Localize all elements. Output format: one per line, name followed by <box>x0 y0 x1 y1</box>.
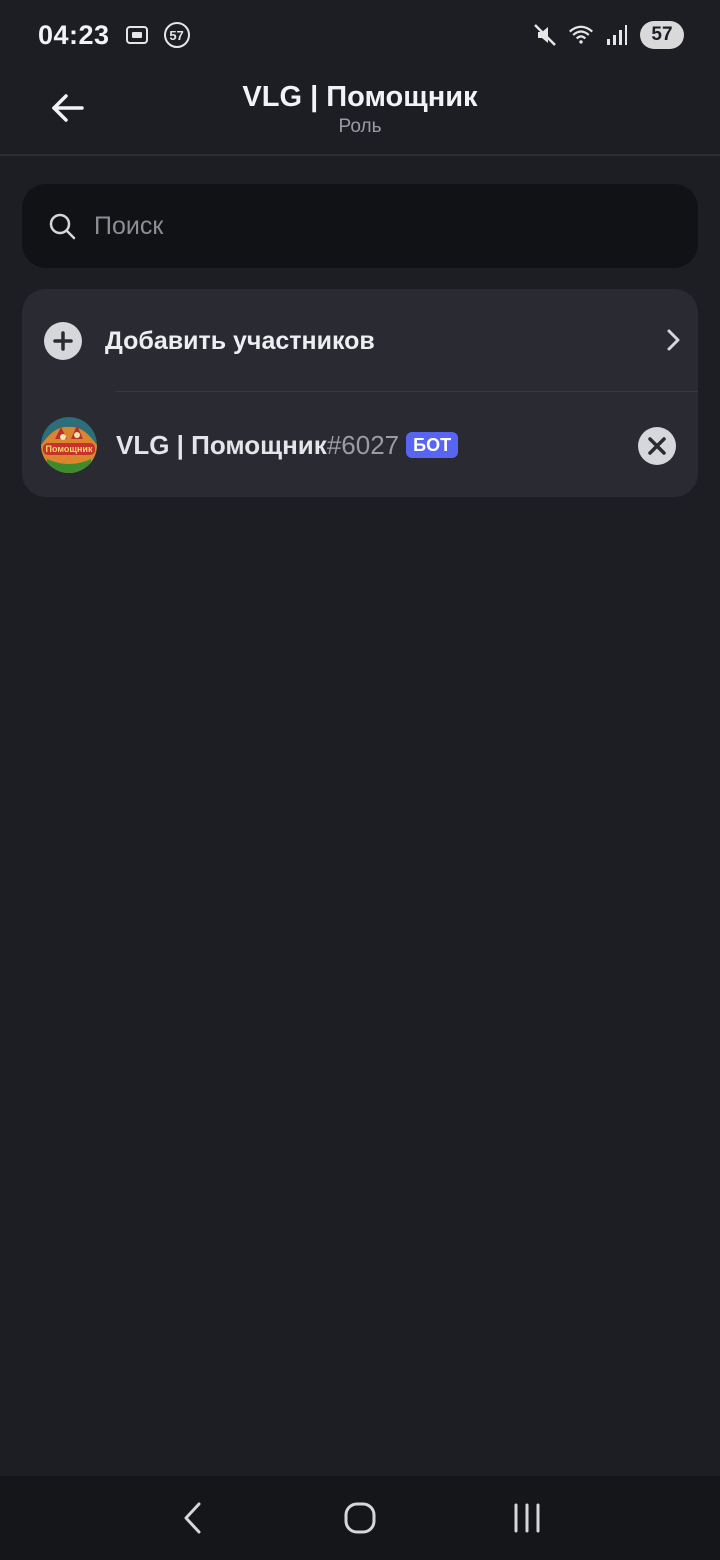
avatar: Помощник <box>41 417 97 473</box>
back-nav-icon <box>184 1502 201 1534</box>
avatar-text: Помощник <box>46 444 93 454</box>
arrow-left-icon <box>52 94 84 122</box>
nav-home-button[interactable] <box>330 1488 390 1548</box>
screenshot-icon <box>124 22 150 48</box>
page-subtitle: Роль <box>338 116 382 137</box>
status-bar: 04:23 57 57 <box>0 0 720 70</box>
member-row[interactable]: Помощник VLG | Помощник#6027 БОТ <box>22 393 698 497</box>
remove-member-button[interactable] <box>638 427 676 465</box>
member-username: VLG | Помощник <box>116 429 327 460</box>
recents-nav-icon <box>514 1503 540 1533</box>
signal-icon <box>604 22 630 48</box>
wifi-icon <box>568 22 594 48</box>
notification-count-icon: 57 <box>163 22 190 48</box>
add-members-button[interactable]: Добавить участников <box>22 289 698 393</box>
close-icon <box>648 437 666 455</box>
nav-recents-button[interactable] <box>497 1488 557 1548</box>
search-box[interactable] <box>22 184 698 268</box>
chevron-right-icon <box>667 329 680 351</box>
status-left: 04:23 57 <box>38 20 190 51</box>
divider <box>116 391 698 392</box>
back-button[interactable] <box>44 84 92 132</box>
plus-icon <box>44 322 82 360</box>
search-input[interactable] <box>92 210 652 242</box>
nav-back-button[interactable] <box>163 1488 223 1548</box>
status-time: 04:23 <box>38 19 110 50</box>
member-name: VLG | Помощник#6027 <box>116 430 399 461</box>
mute-icon <box>532 22 558 48</box>
bot-badge: БОТ <box>406 432 459 458</box>
page-title: VLG | Помощник <box>242 81 478 113</box>
search-icon <box>49 213 76 240</box>
header-titles: VLG | Помощник Роль <box>120 78 600 138</box>
battery-indicator: 57 <box>640 21 684 49</box>
member-discriminator: #6027 <box>326 429 400 460</box>
status-right: 57 <box>532 21 684 49</box>
header: VLG | Помощник Роль <box>0 70 720 156</box>
system-nav-bar <box>0 1476 720 1560</box>
members-card: Добавить участников Помощник VLG | Помощ… <box>22 289 698 497</box>
home-nav-icon <box>344 1502 376 1534</box>
add-members-label: Добавить участников <box>105 326 375 355</box>
